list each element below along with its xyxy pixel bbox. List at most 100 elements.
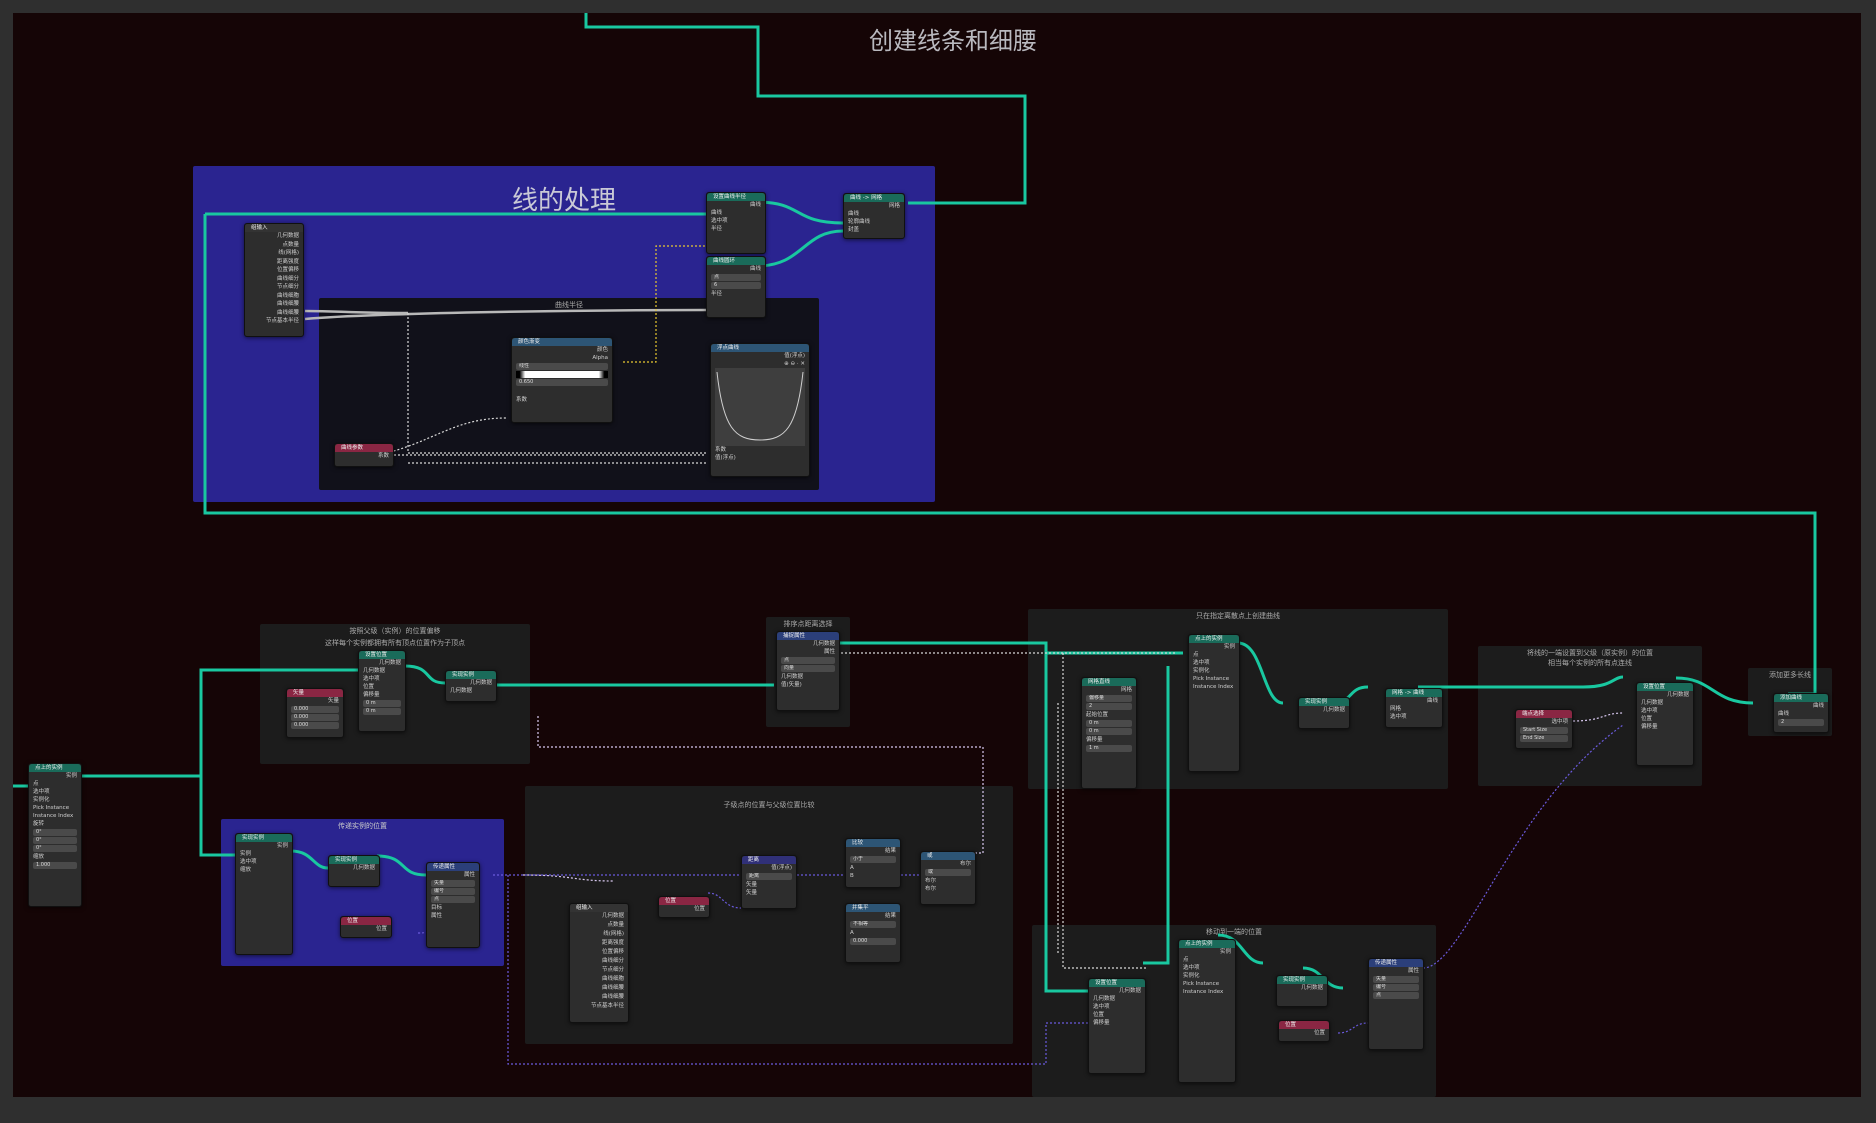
socket-in[interactable]: 属性 — [427, 912, 479, 920]
socket-in[interactable]: 曲线 — [707, 209, 765, 217]
end-size-field[interactable]: End Size — [1520, 735, 1568, 742]
socket-in[interactable]: 实例化 — [29, 796, 81, 804]
node-realize-instances[interactable]: 实现实例 几何数据 几何数据 — [445, 670, 497, 702]
socket-in[interactable]: 偏移量 — [1089, 1019, 1145, 1027]
socket-in[interactable]: Pick Instance — [29, 804, 81, 812]
socket-out[interactable]: 网格 — [1082, 686, 1136, 694]
type-dropdown[interactable]: 矢量 — [1373, 976, 1419, 983]
socket-out[interactable]: 实例 — [236, 842, 292, 850]
mode-dropdown[interactable]: 编号 — [1373, 984, 1419, 991]
socket-out[interactable]: 几何数据 — [570, 912, 628, 921]
node-color-ramp[interactable]: 颜色渐变 颜色 Alpha 线性 0.650 系数 — [511, 337, 613, 423]
socket-in[interactable]: 选中项 — [1089, 1003, 1145, 1011]
socket-in[interactable]: 几何数据 — [1637, 699, 1693, 707]
socket-out[interactable]: 节点细分 — [570, 966, 628, 975]
node-header[interactable]: 或 — [921, 852, 975, 860]
socket-out[interactable]: 属性 — [777, 648, 839, 656]
node-header[interactable]: 设置位置 — [1089, 979, 1145, 987]
node-position[interactable]: 位置 位置 — [340, 916, 392, 938]
node-header[interactable]: 比较 — [846, 839, 900, 847]
socket-in[interactable]: 系数 — [711, 446, 809, 454]
node-header[interactable]: 浮点曲线 — [711, 344, 809, 352]
node-header[interactable]: 传递属性 — [1369, 959, 1423, 967]
socket-out[interactable]: 节点细分 — [245, 283, 303, 292]
socket-out[interactable]: 实例 — [1189, 643, 1239, 651]
node-header[interactable]: 设置曲线半径 — [707, 193, 765, 201]
node-compare-2[interactable]: 并集平 结果 不相等 A 0.000 — [845, 903, 901, 963]
domain-dropdown[interactable]: 点 — [431, 896, 475, 903]
y-field[interactable]: 0 m — [363, 708, 401, 715]
socket-out[interactable]: 几何数据 — [777, 640, 839, 648]
socket-out[interactable]: 曲线 — [707, 265, 765, 273]
position-field[interactable]: 0.650 — [516, 379, 608, 386]
node-curve-to-mesh[interactable]: 曲线 -> 网格 网格 曲线 轮廓曲线 封盖 — [843, 193, 905, 239]
socket-in[interactable]: 选中项 — [236, 858, 292, 866]
node-float-curve[interactable]: 浮点曲线 值(浮点) ⊕ ⊖ · ✕ 系数 值(浮点) — [710, 343, 810, 477]
socket-out[interactable]: 实例 — [1179, 948, 1235, 956]
node-editor-canvas[interactable]: 线的处理 曲线半径 按照父级（实例）的位置偏移 这样每个实例都拥有所有顶点位置作… — [13, 13, 1861, 1097]
node-capture-attribute[interactable]: 捕捉属性 几何数据 属性 点 向量 几何数据 值(矢量) — [776, 631, 840, 711]
socket-in[interactable]: 位置 — [359, 683, 405, 691]
node-group-input[interactable]: 组输入 几何数据 点数量 线(网格) 距离强度 位置偏移 曲线细分 节点细分 曲… — [244, 223, 304, 337]
socket-out[interactable]: 位置 — [341, 925, 391, 933]
socket-in[interactable]: Instance Index — [1189, 683, 1239, 691]
socket-in[interactable]: 点 — [1189, 651, 1239, 659]
socket-in[interactable]: 选中项 — [707, 217, 765, 225]
socket-out[interactable]: 曲线 — [1386, 697, 1442, 705]
node-instance-on-points[interactable]: 点上的实例 实例 点 选中项 实例化 Pick Instance Instanc… — [28, 763, 82, 907]
type-dropdown[interactable]: 向量 — [781, 665, 835, 672]
node-header[interactable]: 端点选择 — [1516, 710, 1572, 718]
start-size-field[interactable]: Start Size — [1520, 727, 1568, 734]
socket-out[interactable]: 节点基本半径 — [570, 1002, 628, 1011]
node-header[interactable]: 网格 -> 曲线 — [1386, 689, 1442, 697]
socket-out[interactable]: 值(浮点) — [711, 352, 809, 360]
socket-in[interactable]: A — [846, 929, 900, 937]
node-header[interactable]: 颜色渐变 — [512, 338, 612, 346]
node-header[interactable]: 位置 — [341, 917, 391, 925]
socket-out[interactable]: 位置偏移 — [245, 266, 303, 275]
node-spline-parameter[interactable]: 曲线参数 系数 — [334, 443, 394, 467]
node-compare[interactable]: 比较 结果 小于 A B — [845, 838, 901, 888]
mode-dropdown[interactable]: 编号 — [431, 888, 475, 895]
socket-out[interactable]: 距离强度 — [245, 258, 303, 267]
node-position-3[interactable]: 位置 位置 — [1278, 1020, 1330, 1042]
node-join-geometry[interactable]: 添加曲线 曲线 曲线 2 — [1773, 693, 1829, 733]
socket-in[interactable]: A — [846, 864, 900, 872]
socket-out[interactable]: 点数量 — [570, 921, 628, 930]
node-header[interactable]: 组输入 — [570, 904, 628, 912]
resolution-field[interactable]: 6 — [711, 282, 761, 289]
node-realize-instances-4[interactable]: 实现实例 几何数据 — [1298, 697, 1350, 729]
socket-out[interactable]: 选中项 — [1516, 718, 1572, 726]
op-dropdown[interactable]: 小于 — [850, 856, 896, 863]
socket-in[interactable]: 半径 — [707, 225, 765, 233]
socket-in[interactable]: 选中项 — [359, 675, 405, 683]
socket-in[interactable]: 曲线 — [1774, 710, 1828, 718]
socket-out[interactable]: 布尔 — [921, 860, 975, 868]
node-header[interactable]: 距离 — [742, 856, 796, 864]
node-header[interactable]: 曲线 -> 网格 — [844, 194, 904, 202]
node-header[interactable]: 点上的实例 — [29, 764, 81, 772]
node-header[interactable]: 实现实例 — [236, 834, 292, 842]
socket-out[interactable]: 位置 — [1279, 1029, 1329, 1037]
node-realize-instances-3[interactable]: 实现实例 几何数据 — [328, 855, 380, 887]
socket-in[interactable]: 值(浮点) — [711, 454, 809, 462]
node-header[interactable]: 设置位置 — [1637, 683, 1693, 691]
node-capture-attr-2[interactable]: 传递属性 属性 矢量 编号 点 — [1368, 958, 1424, 1050]
socket-in[interactable]: 网格 — [1386, 705, 1442, 713]
x-field[interactable]: 0 m — [1086, 720, 1132, 727]
socket-out[interactable]: 曲线细腰 — [245, 300, 303, 309]
node-instance-on-points-3[interactable]: 点上的实例 实例 点 选中项 实例化 Pick Instance Instanc… — [1178, 939, 1236, 1083]
socket-in[interactable]: Pick Instance — [1189, 675, 1239, 683]
socket-out[interactable]: 曲线细分 — [245, 275, 303, 284]
socket-in[interactable]: 布尔 — [921, 885, 975, 893]
socket-in[interactable]: 选中项 — [1179, 964, 1235, 972]
socket-out[interactable]: 结果 — [846, 912, 900, 920]
socket-out[interactable]: 几何数据 — [329, 864, 379, 872]
socket-out[interactable]: Alpha — [512, 354, 612, 362]
node-set-position-2[interactable]: 设置位置 几何数据 几何数据 选中项 位置 偏移量 — [1636, 682, 1694, 766]
socket-in[interactable]: 点 — [29, 780, 81, 788]
node-endpoint-selection[interactable]: 端点选择 选中项 Start Size End Size — [1515, 709, 1573, 749]
socket-out[interactable]: 矢量 — [287, 697, 343, 705]
socket-out[interactable]: 系数 — [335, 452, 393, 460]
socket-out[interactable]: 网格 — [844, 202, 904, 210]
